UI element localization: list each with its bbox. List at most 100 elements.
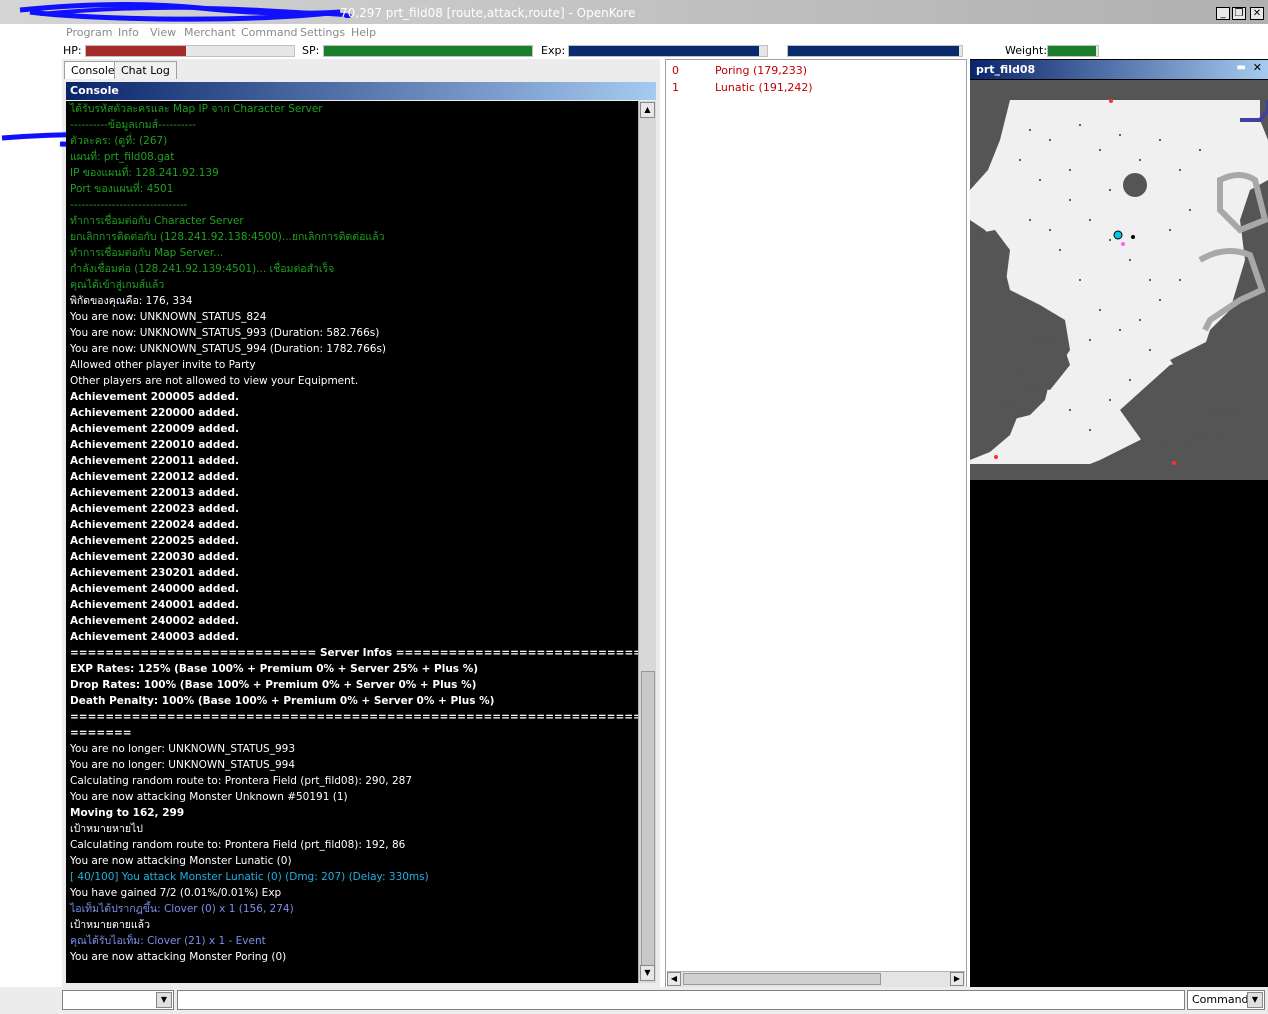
scroll-down-icon[interactable]: ▼ [640, 965, 655, 981]
portal-marker [1172, 461, 1176, 465]
console-line: Other players are not allowed to view yo… [70, 375, 359, 387]
monster-list-hscrollbar[interactable]: ◀ ▶ [667, 971, 965, 987]
hscroll-thumb[interactable] [683, 973, 881, 985]
console-line: ======= [70, 727, 132, 739]
console-line: ทำการเชื่อมต่อกับ Character Server [70, 215, 244, 227]
console-line: เป้าหมายหายไป [70, 823, 143, 835]
console-line: Achievement 220000 added. [70, 407, 239, 419]
console-line: Achievement 240002 added. [70, 615, 239, 627]
scroll-up-icon[interactable]: ▲ [640, 102, 655, 118]
console-scrollbar[interactable]: ▲ ▼ [638, 101, 656, 983]
scroll-left-icon[interactable]: ◀ [667, 972, 681, 986]
console-line: Allowed other player invite to Party [70, 359, 256, 371]
minimize-button[interactable]: _ [1216, 7, 1230, 20]
console-line: Achievement 240003 added. [70, 631, 239, 643]
scroll-thumb[interactable] [641, 671, 655, 967]
menu-view[interactable]: View [150, 26, 176, 39]
console-line: Achievement 220024 added. [70, 519, 239, 531]
tab-chat-log[interactable]: Chat Log [114, 61, 177, 79]
console-line: Achievement 220012 added. [70, 471, 239, 483]
exp-label: Exp: [541, 44, 566, 57]
console-line: Calculating random route to: Prontera Fi… [70, 839, 406, 851]
player-marker [1113, 230, 1123, 240]
console-line: You are now attacking Monster Lunatic (0… [70, 855, 292, 867]
console-line: พิกัดของคุณคือ: 176, 334 [70, 295, 193, 307]
console-line: ------------------------------- [70, 199, 188, 211]
console-header: Console [66, 82, 656, 100]
menu-settings[interactable]: Settings [300, 26, 345, 39]
console-line: You have gained 7/2 (0.01%/0.01%) Exp [70, 887, 282, 899]
console-line: ไอเท็มได้ปรากฎขึ้น: Clover (0) x 1 (156,… [70, 903, 294, 915]
weight-bar [1047, 45, 1099, 57]
menu-bar: Program Info View Merchant Command Setti… [0, 26, 1268, 42]
menu-command[interactable]: Command [241, 26, 298, 39]
window-title: 70,297 prt_fild08 [route,attack,route] -… [340, 6, 636, 20]
console-line: ============================ Server Info… [70, 647, 638, 659]
console-line: Achievement 220009 added. [70, 423, 239, 435]
console-line: Port ของแผนที่: 4501 [70, 183, 174, 195]
console-line: แผนที่: prt_fild08.gat [70, 151, 175, 163]
console-line: IP ของแผนที่: 128.241.92.139 [70, 167, 219, 179]
console-line: เป้าหมายตายแล้ว [70, 919, 151, 931]
console-line: ทำการเชื่อมต่อกับ Map Server... [70, 247, 224, 259]
scroll-right-icon[interactable]: ▶ [950, 972, 964, 986]
sp-bar-fill [324, 46, 532, 56]
monster-marker [1121, 242, 1125, 246]
console-line: Achievement 220011 added. [70, 455, 239, 467]
monster-name[interactable]: Poring (179,233) [715, 64, 807, 77]
minimap[interactable] [970, 80, 1268, 480]
map-title: prt_fild08 [976, 63, 1036, 76]
map-close-icon[interactable]: ✕ [1253, 61, 1262, 74]
console-line: You are now: UNKNOWN_STATUS_824 [70, 311, 267, 323]
command-mode-label: Command [1192, 993, 1249, 1006]
weight-bar-fill [1048, 46, 1096, 56]
command-mode-select[interactable]: Command ▼ [1187, 990, 1265, 1010]
status-bar: HP: SP: Exp: Weight: [0, 43, 1268, 59]
hp-bar-fill [86, 46, 186, 56]
console-line: EXP Rates: 125% (Base 100% + Premium 0% … [70, 663, 479, 675]
console-line: Achievement 220010 added. [70, 439, 239, 451]
console-line: Achievement 220013 added. [70, 487, 239, 499]
console-line: ได้รับรหัสตัวละครและ Map IP จาก Characte… [70, 103, 323, 115]
console-line: Achievement 200005 added. [70, 391, 239, 403]
monster-name[interactable]: Lunatic (191,242) [715, 81, 813, 94]
console-line: ----------ข้อมูลเกมส์---------- [70, 119, 196, 131]
monster-marker [1131, 235, 1135, 239]
console-line: ========================================… [70, 711, 638, 723]
menu-info[interactable]: Info [118, 26, 139, 39]
console-line: Death Penalty: 100% (Base 100% + Premium… [70, 695, 495, 707]
console-line: Achievement 220025 added. [70, 535, 239, 547]
command-input[interactable] [177, 990, 1185, 1010]
monster-index: 0 [672, 64, 679, 77]
sp-label: SP: [302, 44, 320, 57]
console-line: Moving to 162, 299 [70, 807, 185, 819]
console-line: ยกเลิกการติดต่อกับ (128.241.92.138:4500)… [70, 231, 385, 243]
chevron-down-icon[interactable]: ▼ [156, 992, 172, 1008]
base-exp-bar [568, 45, 768, 57]
console-line: [ 40/100] You attack Monster Lunatic (0)… [70, 871, 429, 883]
map-restore-icon[interactable]: ▬ [1237, 62, 1246, 73]
menu-program[interactable]: Program [66, 26, 112, 39]
hp-bar [85, 45, 295, 57]
console-output[interactable]: ได้รับรหัสตัวละครและ Map IP จาก Characte… [66, 101, 638, 983]
base-exp-bar-fill [569, 46, 760, 56]
weight-label: Weight: [1005, 44, 1048, 57]
menu-merchant[interactable]: Merchant [184, 26, 236, 39]
restore-button[interactable]: ❒ [1232, 7, 1246, 20]
console-line: You are now attacking Monster Unknown #5… [70, 791, 348, 803]
menu-help[interactable]: Help [351, 26, 376, 39]
console-line: You are now: UNKNOWN_STATUS_993 (Duratio… [70, 327, 380, 339]
chevron-down-icon[interactable]: ▼ [1247, 992, 1263, 1008]
chat-target-select[interactable]: ▼ [62, 990, 174, 1010]
portal-marker [1109, 99, 1113, 103]
console-line: Calculating random route to: Prontera Fi… [70, 775, 412, 787]
monster-list[interactable]: 0 Poring (179,233) 1 Lunatic (191,242) [665, 59, 967, 989]
monster-index: 1 [672, 81, 679, 94]
console-line: Achievement 240001 added. [70, 599, 239, 611]
map-header: prt_fild08 ▬ ✕ [970, 60, 1268, 79]
console-line: ตัวละคร: (ดูที่: (267) [70, 135, 168, 147]
job-exp-bar [787, 45, 963, 57]
portal-marker [994, 455, 998, 459]
close-button[interactable]: ✕ [1250, 7, 1264, 20]
console-line: Achievement 220030 added. [70, 551, 239, 563]
